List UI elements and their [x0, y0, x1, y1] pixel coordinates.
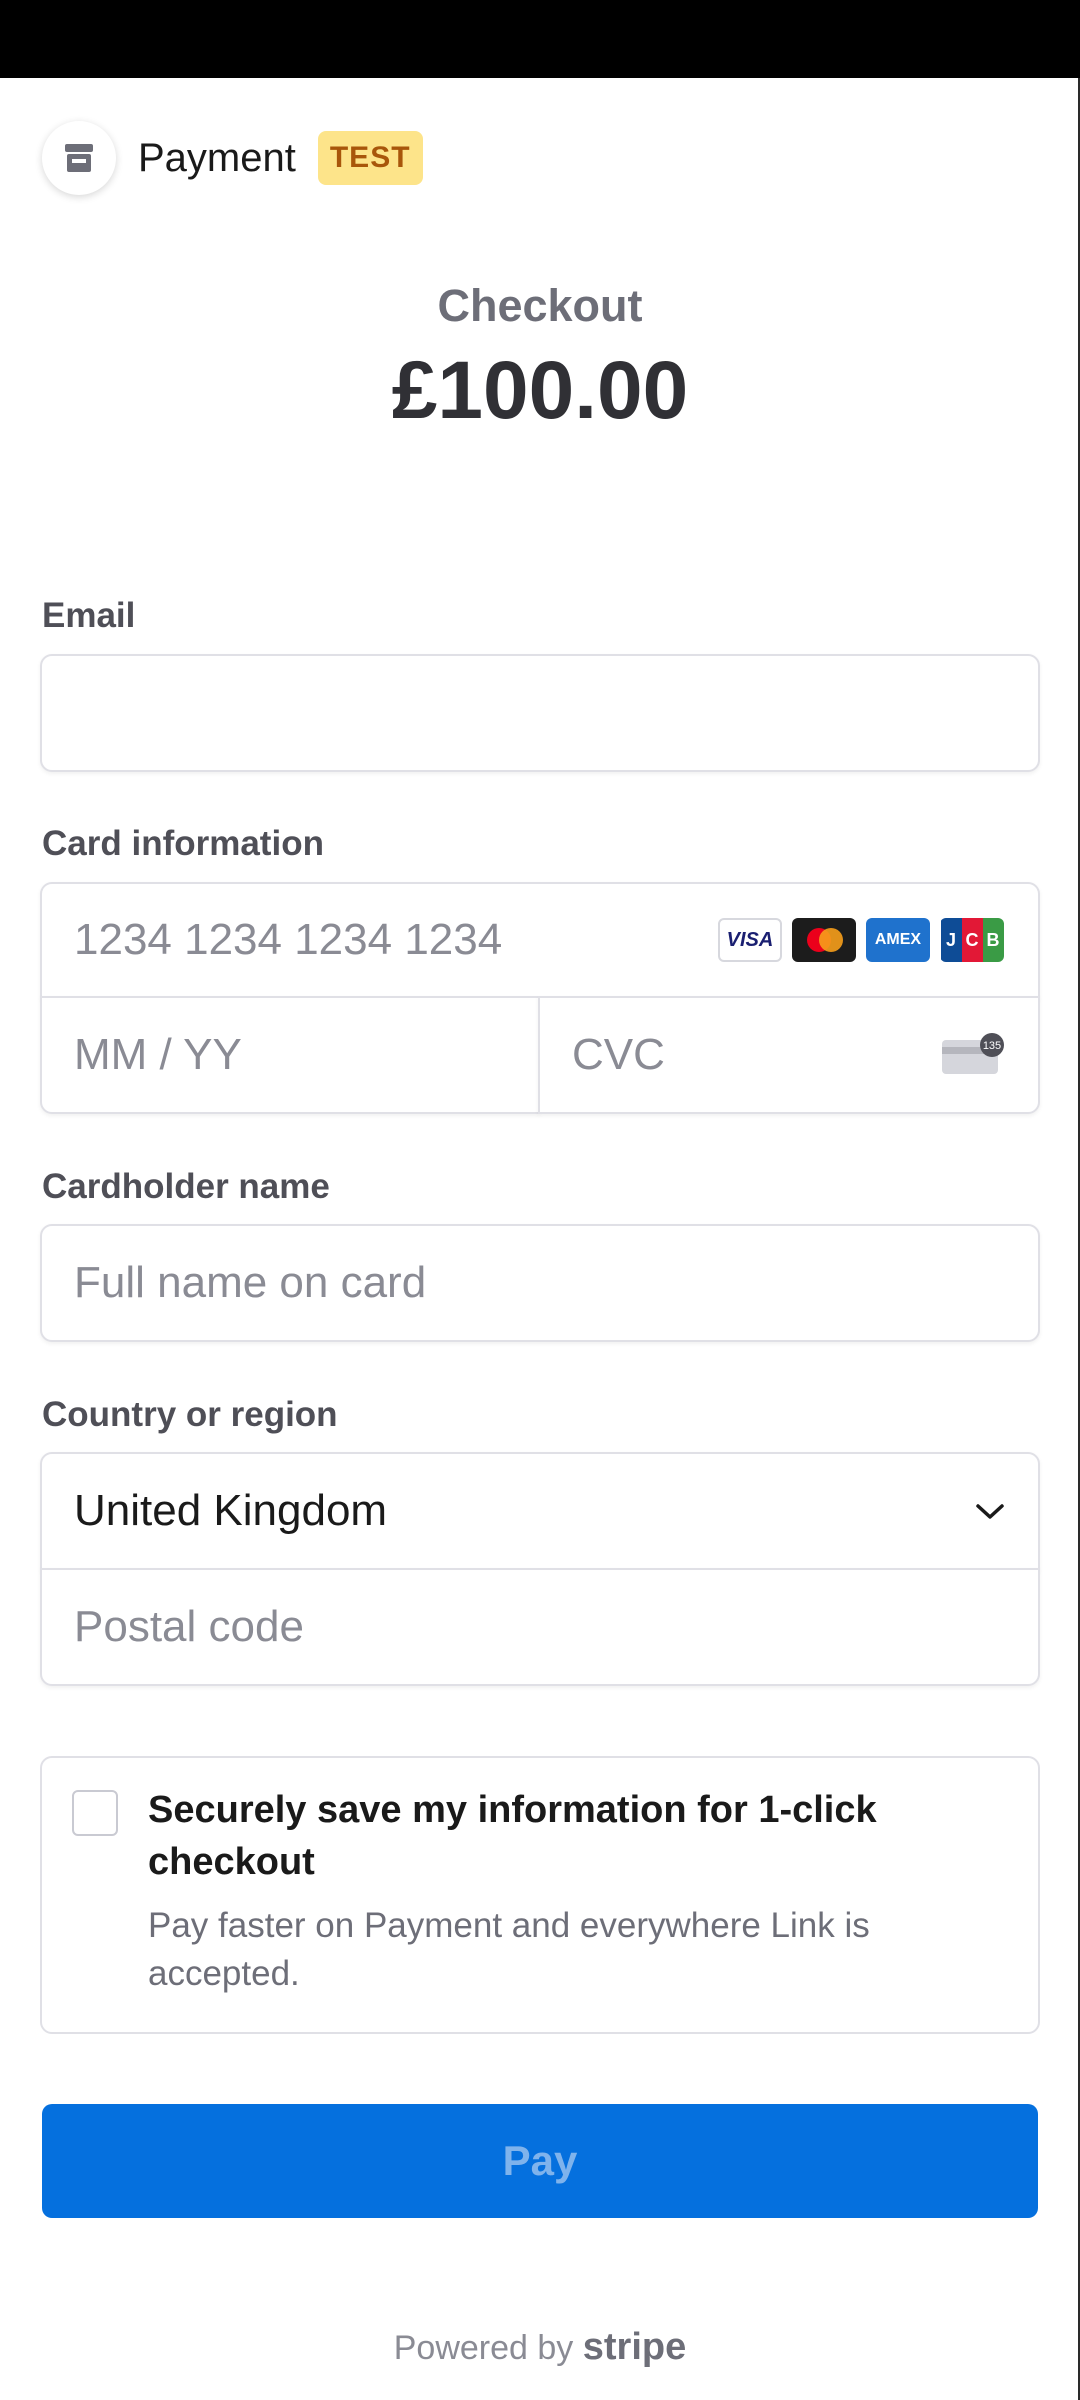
card-cvc-placeholder: CVC — [572, 1030, 665, 1079]
save-info-subtitle: Pay faster on Payment and everywhere Lin… — [148, 1906, 870, 1993]
country-label: Country or region — [42, 1395, 338, 1434]
svg-text:135: 135 — [983, 1040, 1001, 1052]
country-selected-value: United Kingdom — [74, 1486, 388, 1535]
checkout-title: Checkout — [437, 280, 643, 331]
postal-code-placeholder: Postal code — [74, 1602, 304, 1651]
total-amount: £100.00 — [391, 345, 689, 436]
postal-code-input[interactable]: Postal code — [40, 1568, 1040, 1686]
cvc-card-icon: 135 — [942, 1033, 1004, 1074]
test-mode-badge: TEST — [317, 131, 423, 185]
email-label: Email — [42, 596, 136, 635]
mastercard-icon — [792, 918, 856, 962]
card-expiry-input[interactable]: MM / YY — [40, 996, 540, 1114]
country-select[interactable]: United Kingdom — [40, 1452, 1040, 1570]
order-summary: Checkout £100.00 — [0, 280, 1080, 438]
card-number-input[interactable]: 1234 1234 1234 1234 VISA AMEX JCB — [40, 882, 1040, 998]
merchant-header: Payment TEST — [42, 120, 423, 196]
cardholder-name-input[interactable]: Full name on card — [40, 1224, 1040, 1342]
card-cvc-input[interactable]: CVC 135 — [538, 996, 1040, 1114]
cardholder-name-placeholder: Full name on card — [74, 1258, 427, 1307]
store-icon — [42, 121, 116, 195]
visa-icon: VISA — [718, 918, 782, 962]
powered-by-footer: Powered by stripe — [0, 2326, 1080, 2369]
merchant-name: Payment — [138, 135, 296, 180]
save-info-checkbox[interactable] — [72, 1790, 118, 1836]
status-bar — [0, 0, 1080, 78]
jcb-icon: JCB — [940, 918, 1004, 962]
email-input[interactable] — [40, 654, 1040, 772]
stripe-logo[interactable]: stripe — [583, 2326, 686, 2368]
powered-by-text: Powered by — [393, 2329, 574, 2367]
cardholder-name-label: Cardholder name — [42, 1167, 330, 1206]
card-information-label: Card information — [42, 824, 324, 863]
card-expiry-placeholder: MM / YY — [74, 1030, 242, 1079]
pay-button-label: Pay — [502, 2137, 578, 2184]
amex-icon: AMEX — [866, 918, 930, 962]
card-brand-icons: VISA AMEX JCB — [718, 918, 1004, 962]
chevron-down-icon — [976, 1504, 1004, 1519]
save-info-title: Securely save my information for 1-click… — [148, 1789, 877, 1883]
card-number-placeholder: 1234 1234 1234 1234 — [74, 915, 503, 964]
save-info-box: Securely save my information for 1-click… — [40, 1756, 1040, 2034]
pay-button[interactable]: Pay — [42, 2104, 1038, 2218]
